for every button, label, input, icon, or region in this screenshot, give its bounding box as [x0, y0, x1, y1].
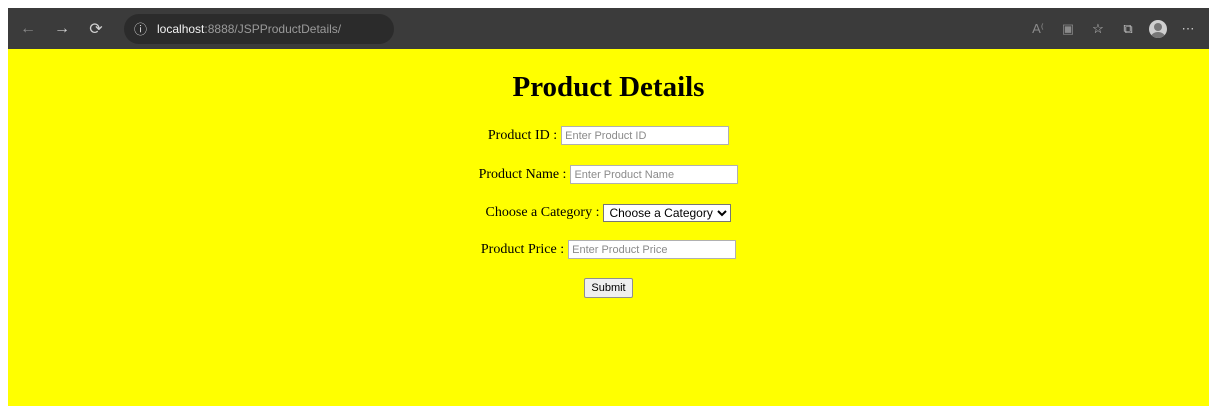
- site-info-icon[interactable]: ⓘ: [134, 19, 147, 38]
- product-name-label: Product Name :: [478, 166, 567, 182]
- avatar-icon: [1149, 19, 1167, 38]
- refresh-button[interactable]: ⟳: [82, 15, 110, 43]
- product-price-row: Product Price :: [8, 240, 1209, 259]
- arrow-left-icon: ←: [20, 19, 36, 37]
- product-id-row: Product ID :: [8, 126, 1209, 145]
- product-price-label: Product Price :: [480, 241, 565, 257]
- refresh-icon: ⟳: [89, 20, 103, 38]
- url-path: :8888/JSPProductDetails/: [204, 21, 342, 36]
- browser-actions: A⁽ ▣ ☆ ⧉ ⋯: [1023, 15, 1209, 43]
- browser-toolbar: ← → ⟳ ⓘ localhost:8888/JSPProductDetails…: [8, 8, 1209, 49]
- submit-button[interactable]: Submit: [584, 278, 633, 298]
- app-available-icon[interactable]: ▣: [1053, 15, 1083, 43]
- page-title: Product Details: [512, 71, 705, 103]
- page-content: Product Details Product ID : Product Nam…: [8, 49, 1209, 406]
- more-menu-icon[interactable]: ⋯: [1173, 15, 1203, 43]
- category-select[interactable]: Choose a Category: [603, 204, 732, 222]
- category-label: Choose a Category :: [485, 205, 600, 220]
- url-host: localhost: [157, 21, 205, 36]
- product-id-label: Product ID :: [487, 127, 558, 143]
- product-name-input[interactable]: [570, 165, 739, 184]
- arrow-right-icon: →: [54, 19, 70, 37]
- forward-button[interactable]: →: [48, 15, 76, 43]
- profile-button[interactable]: [1143, 15, 1173, 43]
- product-price-input[interactable]: [568, 240, 737, 259]
- address-bar[interactable]: ⓘ localhost:8888/JSPProductDetails/: [124, 13, 394, 44]
- submit-row: Submit: [8, 278, 1209, 298]
- favorites-star-icon[interactable]: ☆: [1083, 15, 1113, 43]
- collections-icon[interactable]: ⧉: [1113, 15, 1143, 43]
- category-row: Choose a Category : Choose a Category: [8, 204, 1209, 222]
- product-name-row: Product Name :: [8, 165, 1209, 184]
- read-aloud-icon[interactable]: A⁽: [1023, 15, 1053, 43]
- back-button[interactable]: ←: [14, 15, 42, 43]
- product-id-input[interactable]: [561, 126, 730, 145]
